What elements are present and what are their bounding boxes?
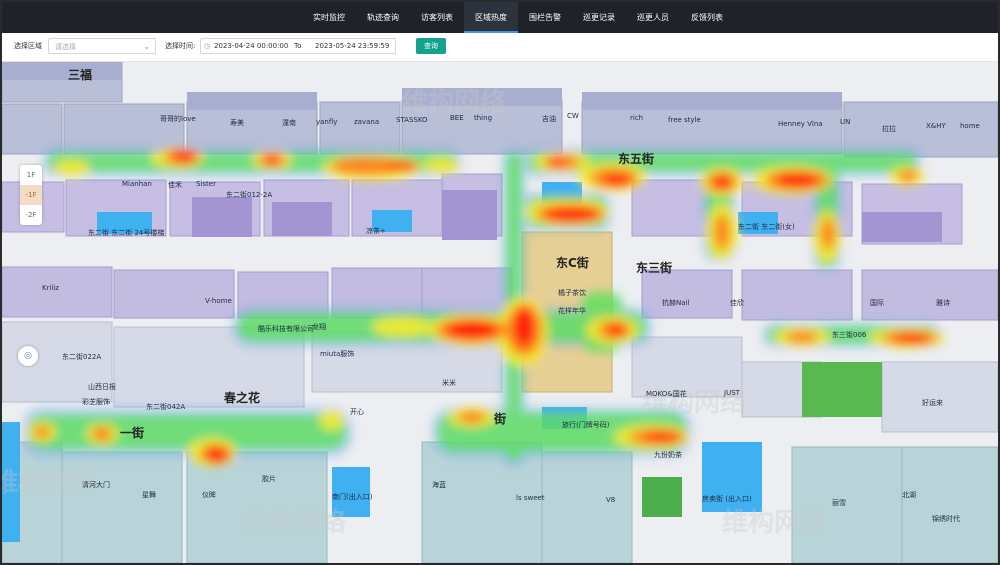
green-block [802, 362, 882, 417]
nav-tab-patrol-staff[interactable]: 巡更人员 [626, 2, 680, 33]
nav-tab-patrol-records[interactable]: 巡更记录 [572, 2, 626, 33]
nav-tab-realtime[interactable]: 实时监控 [302, 2, 356, 33]
date-range-picker[interactable]: ◷ 2023-04-24 00:00:00 To 2023-05-24 23:5… [200, 38, 396, 54]
floor-selector: 1F -1F -2F [20, 165, 42, 225]
top-nav-bar: 实时监控 轨迹查询 访客列表 区域热度 围栏告警 巡更记录 巡更人员 反馈列表 [2, 2, 998, 33]
nav-tab-heat[interactable]: 区域热度 [464, 2, 518, 33]
app-frame: 实时监控 轨迹查询 访客列表 区域热度 围栏告警 巡更记录 巡更人员 反馈列表 … [0, 0, 1000, 565]
floor-button-b2[interactable]: -2F [20, 205, 42, 225]
chevron-down-icon: ⌄ [143, 42, 150, 51]
floor-button-b1[interactable]: -1F [20, 185, 42, 205]
clock-icon: ◷ [204, 42, 211, 50]
end-date[interactable]: 2023-05-24 23:59:59 [315, 39, 389, 54]
locate-icon[interactable]: ◎ [18, 346, 38, 366]
floor-button-1f[interactable]: 1F [20, 165, 42, 185]
building-row-bottom [2, 441, 998, 563]
region-select[interactable]: 请选择 ⌄ [48, 38, 156, 54]
start-date[interactable]: 2023-04-24 00:00:00 [214, 39, 288, 54]
filter-bar: 选择区域 请选择 ⌄ 选择时间: ◷ 2023-04-24 00:00:00 T… [2, 33, 998, 62]
time-label: 选择时间: [165, 42, 196, 50]
nav-tab-visitors[interactable]: 访客列表 [410, 2, 464, 33]
nav-tab-feedback[interactable]: 反馈列表 [680, 2, 734, 33]
query-button[interactable]: 查询 [416, 38, 446, 54]
green-entrance [642, 477, 682, 517]
main-nav: 实时监控 轨迹查询 访客列表 区域热度 围栏告警 巡更记录 巡更人员 反馈列表 [302, 2, 734, 33]
heat-map-canvas[interactable]: 维构网络 维构网络 维构网络 维构网络 维构网络 三福 东五街 东C街 东三街 … [2, 62, 998, 563]
nav-tab-track[interactable]: 轨迹查询 [356, 2, 410, 33]
region-placeholder: 请选择 [55, 43, 76, 51]
map-svg [2, 62, 998, 563]
to-label: To [294, 42, 302, 50]
nav-tab-fence[interactable]: 围栏告警 [518, 2, 572, 33]
region-label: 选择区域 [14, 42, 42, 50]
